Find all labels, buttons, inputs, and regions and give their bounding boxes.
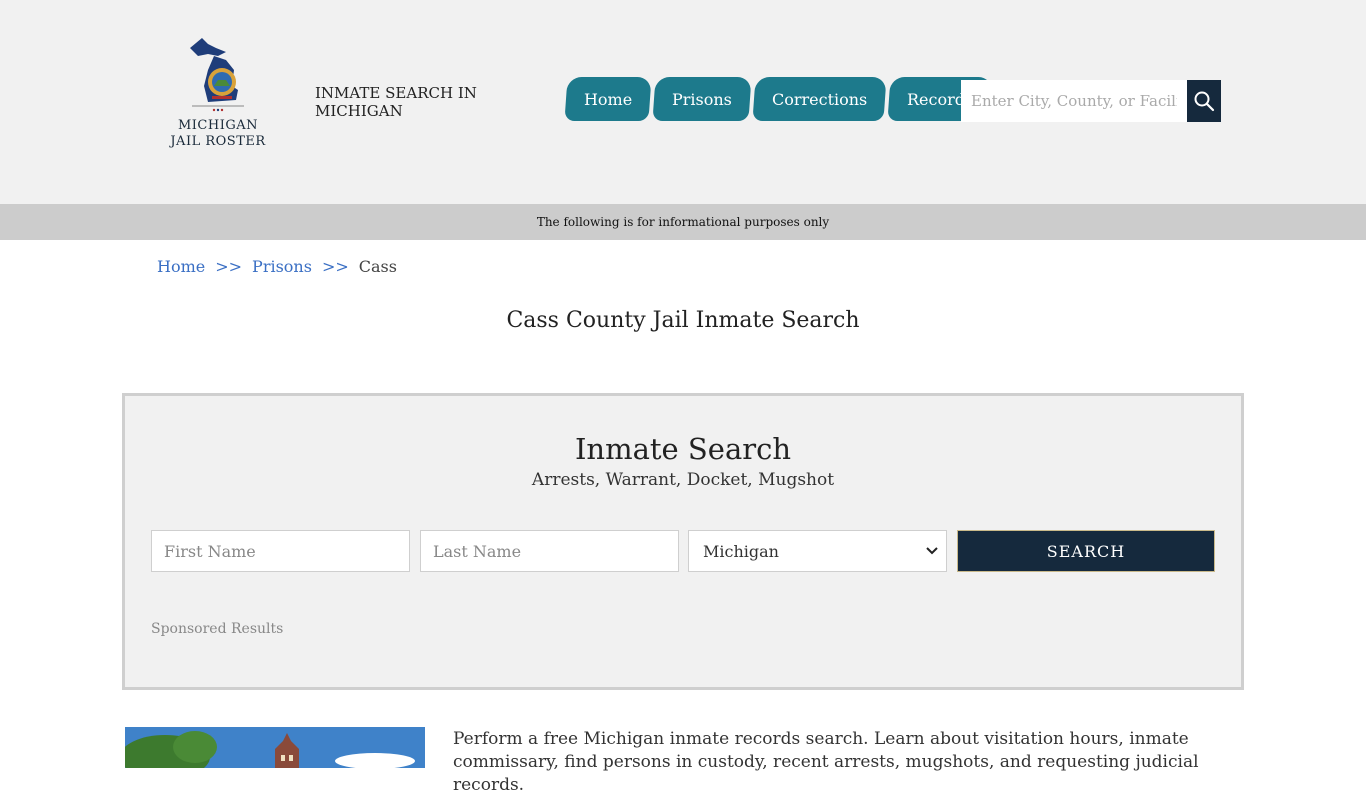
chevron-down-icon [926, 547, 938, 555]
nav-corrections-label: Corrections [772, 89, 868, 109]
inmate-search-panel: Inmate Search Arrests, Warrant, Docket, … [122, 393, 1244, 690]
last-name-field [420, 530, 679, 572]
first-name-input[interactable] [162, 530, 399, 572]
search-icon [1194, 91, 1215, 112]
breadcrumb-separator: >> [321, 257, 349, 276]
michigan-map-icon [190, 38, 244, 112]
info-bar: The following is for informational purpo… [0, 204, 1366, 240]
courthouse-photo [125, 727, 425, 768]
state-select-value: Michigan [703, 541, 779, 561]
intro-paragraph: Perform a free Michigan inmate records s… [453, 729, 1199, 795]
site-title: INMATE SEARCH IN MICHIGAN [315, 84, 477, 120]
logo-text-line2: JAIL ROSTER [170, 134, 266, 149]
logo-text: MICHIGAN JAIL ROSTER [168, 118, 268, 150]
nav-prisons[interactable]: Prisons [652, 77, 752, 121]
site-search-button[interactable] [1187, 80, 1221, 122]
nav-corrections[interactable]: Corrections [752, 77, 887, 121]
site-header: MICHIGAN JAIL ROSTER INMATE SEARCH IN MI… [0, 0, 1366, 204]
state-select[interactable]: Michigan [688, 530, 947, 572]
breadcrumb: Home >> Prisons >> Cass [157, 257, 397, 276]
logo-text-line1: MICHIGAN [177, 118, 258, 133]
sponsored-results-label: Sponsored Results [151, 621, 284, 637]
last-name-input[interactable] [431, 530, 668, 572]
inmate-search-button[interactable]: SEARCH [957, 530, 1215, 572]
nav-prisons-label: Prisons [672, 89, 733, 109]
breadcrumb-current: Cass [358, 257, 397, 276]
breadcrumb-separator: >> [215, 257, 243, 276]
breadcrumb-prisons[interactable]: Prisons [252, 257, 312, 276]
panel-subtitle: Arrests, Warrant, Docket, Mugshot [531, 470, 835, 490]
main-nav: Home Prisons Corrections Records [564, 77, 994, 121]
site-search-input[interactable] [961, 80, 1187, 122]
nav-home-label: Home [584, 89, 633, 109]
site-search [961, 80, 1221, 122]
page-title: Cass County Jail Inmate Search [506, 308, 860, 333]
breadcrumb-home[interactable]: Home [157, 257, 205, 276]
nav-home[interactable]: Home [564, 77, 652, 121]
site-logo[interactable]: MICHIGAN JAIL ROSTER [168, 34, 268, 154]
panel-title: Inmate Search [574, 432, 792, 466]
first-name-field [151, 530, 410, 572]
